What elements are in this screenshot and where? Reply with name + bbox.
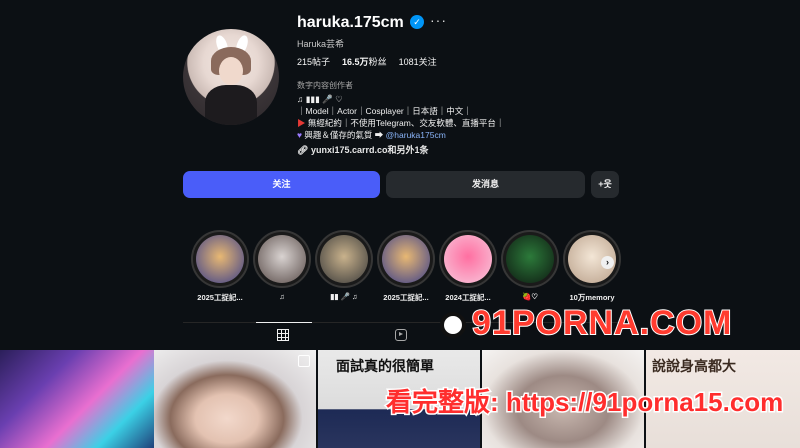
highlight-label: 2025工捉記... bbox=[197, 293, 243, 302]
message-button[interactable]: 发消息 bbox=[386, 171, 585, 198]
highlight-label: 10万memory bbox=[569, 293, 615, 302]
highlight-cover bbox=[501, 230, 559, 288]
profile-avatar[interactable] bbox=[183, 29, 279, 125]
bio-mention-link[interactable]: @haruka175cm bbox=[386, 130, 446, 140]
highlight-item[interactable]: 2025工捉記... bbox=[190, 230, 250, 303]
bio-line-2: ｜Model｜Actor｜Cosplayer｜日本語｜中文｜ bbox=[297, 106, 472, 116]
highlight-item[interactable]: ▮▮ 🎤 ♫ bbox=[314, 230, 374, 301]
highlight-item[interactable]: ♫ bbox=[252, 230, 312, 301]
highlight-cover-image bbox=[382, 235, 430, 283]
followers-count[interactable]: 16.5万粉丝 bbox=[342, 55, 387, 68]
profile-username: haruka.175cm bbox=[297, 14, 404, 31]
bio-line-3-text: 無經紀約｜不使用Telegram、交友軟體、直播平台｜ bbox=[307, 118, 505, 128]
post-thumbnail[interactable] bbox=[154, 350, 316, 448]
highlight-label: 2025工捉記... bbox=[383, 293, 429, 302]
highlight-cover bbox=[191, 230, 249, 288]
highlight-cover bbox=[377, 230, 435, 288]
highlight-item[interactable]: 2024工捉記... bbox=[438, 230, 498, 303]
suggest-users-button[interactable]: +웃 bbox=[591, 171, 619, 198]
post-caption-overlay: 說說身高都大 bbox=[652, 358, 736, 374]
highlight-item[interactable]: 10万memory bbox=[562, 230, 622, 303]
profile-stats: 215帖子 16.5万粉丝 1081关注 bbox=[297, 55, 437, 68]
bio-line-1: ♫ ▮▮▮ 🎤 ♡ bbox=[297, 94, 343, 104]
verified-badge-icon: ✓ bbox=[410, 15, 424, 29]
highlight-cover-image bbox=[444, 235, 492, 283]
avatar-body bbox=[205, 85, 257, 125]
reels-icon bbox=[395, 329, 407, 341]
highlight-cover-image bbox=[196, 235, 244, 283]
tab-posts[interactable] bbox=[256, 322, 312, 351]
bio-line-4-text: 興趣＆僅存的氣質 ➡ bbox=[304, 130, 386, 140]
watermark-brand-text: 91PORNA.COM bbox=[471, 303, 733, 343]
followers-number: 16.5万 bbox=[342, 57, 369, 67]
highlight-cover bbox=[253, 230, 311, 288]
watermark-brand: 91PORNA.COM bbox=[440, 303, 733, 343]
highlight-cover-image bbox=[506, 235, 554, 283]
highlight-cover bbox=[439, 230, 497, 288]
post-thumbnail[interactable] bbox=[0, 350, 162, 448]
highlight-cover bbox=[315, 230, 373, 288]
highlight-label: 🍓♡ bbox=[521, 292, 539, 301]
profile-external-link[interactable]: 🔗︎ yunxi175.carrd.co和另外1条 bbox=[297, 143, 428, 156]
followers-label: 粉丝 bbox=[368, 57, 387, 67]
highlight-item[interactable]: 🍓♡ bbox=[500, 230, 560, 301]
highlight-label: ♫ bbox=[279, 292, 285, 301]
bio-line-3: ▶ 無經紀約｜不使用Telegram、交友軟體、直播平台｜ bbox=[297, 117, 504, 129]
post-caption-overlay: 面試真的很簡單 bbox=[336, 358, 434, 374]
reel-icon bbox=[298, 355, 310, 367]
highlight-label: ▮▮ 🎤 ♫ bbox=[330, 292, 358, 301]
posts-count: 215帖子 bbox=[297, 57, 331, 67]
following-count[interactable]: 1081关注 bbox=[399, 55, 437, 68]
profile-bio: ♫ ▮▮▮ 🎤 ♡ ｜Model｜Actor｜Cosplayer｜日本語｜中文｜… bbox=[297, 93, 504, 141]
highlight-item[interactable]: 2025工捉記... bbox=[376, 230, 436, 303]
flag-icon: ▶ bbox=[297, 118, 308, 128]
profile-link-text: yunxi175.carrd.co和另外1条 bbox=[310, 145, 429, 155]
grid-icon bbox=[277, 329, 289, 341]
highlight-label: 2024工捉記... bbox=[445, 293, 491, 302]
more-options-icon[interactable]: ··· bbox=[430, 12, 447, 28]
highlights-next-icon[interactable]: › bbox=[601, 256, 614, 269]
follow-button[interactable]: 关注 bbox=[183, 171, 380, 198]
avatar-face bbox=[219, 57, 243, 85]
bio-line-4: ♥ 興趣＆僅存的氣質 ➡ @haruka175cm bbox=[297, 129, 504, 141]
watermark-logo-icon bbox=[440, 312, 466, 339]
highlight-cover-image bbox=[320, 235, 368, 283]
profile-category: 数字内容创作者 bbox=[297, 81, 353, 90]
watermark-promo: 看完整版: https://91porna15.com bbox=[384, 386, 784, 419]
link-icon: 🔗︎ bbox=[297, 145, 311, 155]
highlight-cover-image bbox=[258, 235, 306, 283]
profile-full-name: Haruka芸希 bbox=[297, 39, 345, 49]
